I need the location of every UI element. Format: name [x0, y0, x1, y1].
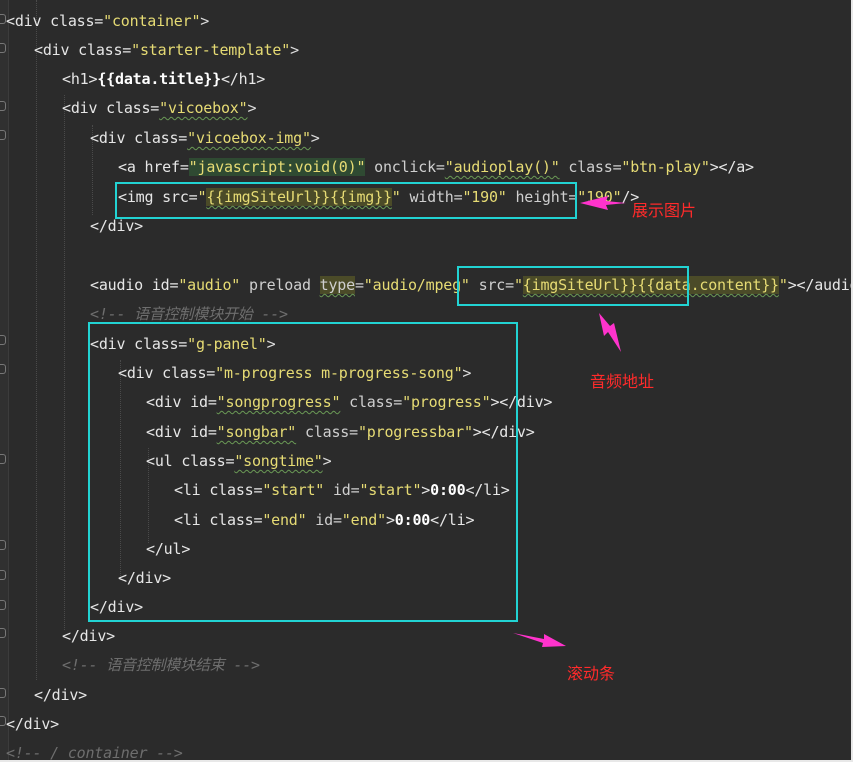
arrow-icon: [580, 196, 626, 210]
closing-tag: </div>: [34, 686, 87, 704]
tag-open: <div class=: [6, 12, 104, 30]
audio-src-highlight-box: [457, 266, 689, 306]
code-line-22[interactable]: <!-- 语音控制模块结束 -->: [62, 654, 260, 676]
fold-marker-icon[interactable]: [0, 570, 6, 580]
indent-guide: [64, 95, 65, 630]
fold-marker-icon[interactable]: [0, 43, 6, 53]
closing-tag: </div>: [6, 715, 59, 733]
tag-open: <audio id=: [90, 276, 179, 294]
code-line-25[interactable]: <!-- / container -->: [6, 742, 183, 762]
attr-value: "starter-template": [131, 41, 291, 59]
attr-value: "vicoebox": [159, 99, 248, 117]
comment: <!-- 语音控制模块结束 -->: [62, 656, 260, 674]
audio-annotation-label: 音频地址: [590, 372, 655, 391]
closing-tag: </div>: [62, 627, 115, 645]
progress-panel-highlight-box: [88, 322, 518, 622]
code-line-24[interactable]: </div>: [6, 713, 59, 735]
code-line-1[interactable]: <div class="container">: [6, 10, 209, 32]
fold-marker-icon[interactable]: [0, 688, 6, 698]
code-line-4[interactable]: <div class="vicoebox">: [62, 97, 256, 119]
editor-gutter: [0, 0, 9, 760]
image-annotation-label: 展示图片: [632, 201, 697, 220]
code-line-23[interactable]: </div>: [34, 684, 87, 706]
code-line-2[interactable]: <div class="starter-template">: [34, 39, 299, 61]
attr-name: preload: [240, 276, 320, 294]
attr-value: "javascript:void(0)": [188, 158, 366, 176]
fold-marker-icon[interactable]: [0, 540, 6, 550]
tag-close: ></audio>: [787, 276, 851, 294]
tag-close: >: [247, 99, 257, 117]
tag-close: >: [290, 41, 299, 59]
code-editor-screenshot: <div class="container"> <div class="star…: [0, 0, 853, 762]
fold-marker-icon[interactable]: [0, 628, 6, 638]
code-line-5[interactable]: <div class="vicoebox-img">: [90, 127, 320, 149]
img-tag-highlight-box: [115, 182, 577, 219]
attr-value: "btn-play": [621, 158, 710, 176]
fold-marker-icon[interactable]: [0, 600, 6, 610]
indent-guide: [36, 0, 37, 680]
fold-marker-icon[interactable]: [0, 335, 6, 345]
arrow-icon: [599, 313, 621, 352]
code-line-3[interactable]: <h1>{{data.title}}</h1>: [62, 68, 265, 90]
attr-name: class=: [559, 158, 622, 176]
equals: =: [354, 276, 364, 294]
code-line-21[interactable]: </div>: [62, 625, 115, 647]
tag-close: ></a>: [709, 158, 754, 176]
attr-value: "audio": [178, 276, 241, 294]
tag-open: <a href=: [118, 158, 189, 176]
fold-marker-icon[interactable]: [0, 101, 6, 111]
quote: ": [778, 276, 788, 294]
attr-value: "audioplay()": [444, 158, 560, 176]
comment: <!-- / container -->: [6, 744, 183, 762]
arrow-icon: [513, 633, 566, 647]
comment: <!-- 语音控制模块开始 -->: [90, 305, 288, 323]
fold-marker-icon[interactable]: [0, 454, 6, 464]
template-expression: {{data.title}}: [97, 70, 221, 88]
tag-close: </h1>: [220, 70, 266, 88]
attr-value: "vicoebox-img": [187, 129, 311, 147]
attr-value: "audio/mpeg": [363, 276, 470, 294]
tag-open: <div class=: [62, 99, 160, 117]
attr-value: "container": [103, 12, 201, 30]
fold-marker-icon[interactable]: [0, 130, 6, 140]
tag-close: >: [310, 129, 320, 147]
attr-name: onclick=: [365, 158, 445, 176]
tag-open: <div class=: [90, 129, 188, 147]
tag-open: <h1>: [62, 70, 98, 88]
tag-open: <div class=: [34, 41, 132, 59]
scrollbar-annotation-label: 滚动条: [567, 664, 616, 683]
closing-tag: </div>: [90, 217, 143, 235]
fold-marker-icon[interactable]: [0, 364, 6, 374]
code-line-6[interactable]: <a href="javascript:void(0)" onclick="au…: [118, 156, 754, 178]
tag-close: >: [200, 12, 210, 30]
attr-name-highlighted: type: [319, 276, 355, 294]
